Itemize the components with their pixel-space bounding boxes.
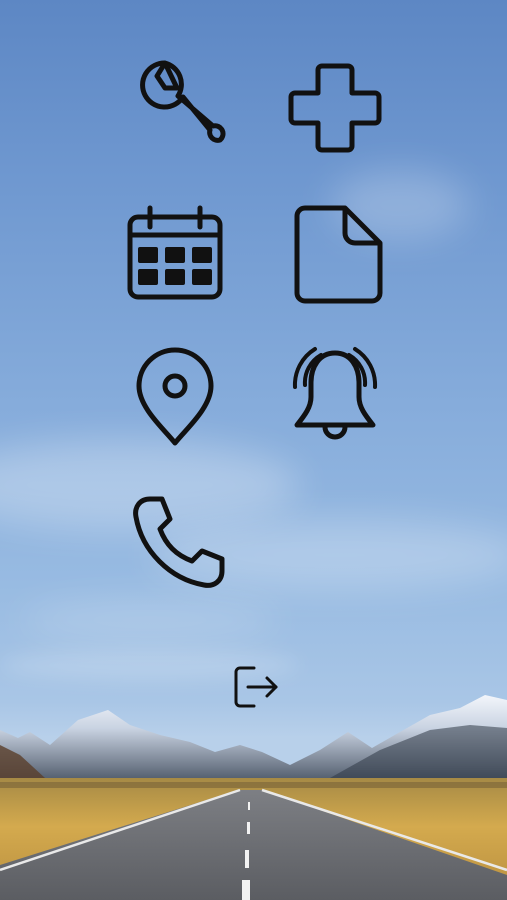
lane-mark <box>245 850 249 868</box>
alarm-bell-icon <box>292 347 378 440</box>
lane-mark <box>248 802 250 810</box>
medical-cross-button[interactable] <box>285 58 385 158</box>
phone-icon <box>133 496 225 588</box>
document-icon <box>294 205 383 304</box>
lane-mark <box>242 880 250 900</box>
lane-mark <box>247 822 250 834</box>
landscape-wallpaper <box>0 695 507 900</box>
cloud <box>20 600 280 640</box>
phone-button[interactable] <box>128 493 228 593</box>
calendar-button[interactable] <box>125 205 225 305</box>
document-button[interactable] <box>285 205 385 305</box>
home-screen <box>0 0 507 900</box>
location-pin-icon <box>136 347 214 446</box>
calendar-icon <box>127 205 223 300</box>
wrench-button[interactable] <box>125 58 226 158</box>
wrench-icon <box>140 60 226 143</box>
alarm-button[interactable] <box>285 345 385 445</box>
location-button[interactable] <box>125 347 225 448</box>
medical-cross-icon <box>288 63 382 153</box>
scrub-line <box>0 782 507 788</box>
